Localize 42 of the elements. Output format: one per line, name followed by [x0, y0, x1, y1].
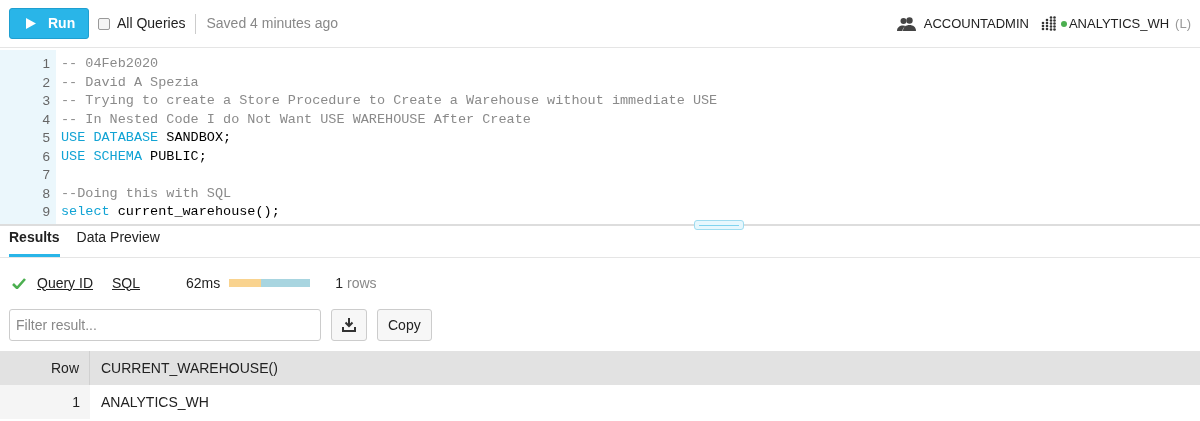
- saved-status: Saved 4 minutes ago: [206, 14, 338, 33]
- sql-link[interactable]: SQL: [112, 272, 141, 294]
- line-number: 3: [42, 92, 50, 110]
- code-line: select current_warehouse();: [61, 204, 280, 219]
- line-number: 1: [42, 55, 50, 73]
- role-name[interactable]: ACCOUNTADMIN: [923, 13, 1029, 34]
- grid-icon: [1040, 16, 1056, 31]
- code-line: --Doing this with SQL: [61, 185, 232, 201]
- code-line: -- In Nested Code I do Not Want USE WAREHOUSE After Create: [61, 111, 531, 127]
- warehouse-name[interactable]: ANALYTICS_WH: [1068, 13, 1170, 34]
- code-line: USE SCHEMA PUBLIC;: [61, 148, 207, 164]
- check-icon: [12, 277, 26, 289]
- line-number: 2: [42, 73, 50, 91]
- table-cell-text: ANALYTICS_WH: [100, 392, 209, 412]
- row-count-label: rows: [347, 273, 377, 293]
- checkbox[interactable]: [98, 17, 110, 30]
- checkbox-label: All Queries: [117, 14, 186, 33]
- download-icon: [342, 318, 356, 332]
- code-line: -- David A Spezia: [61, 74, 199, 90]
- resize-handle[interactable]: [694, 220, 744, 230]
- column-header: CURRENT_WAREHOUSE(): [100, 358, 278, 378]
- duration: 62ms: [186, 273, 221, 293]
- users-icon: [896, 16, 917, 31]
- play-icon: [26, 18, 36, 29]
- line-number: 7: [42, 166, 50, 184]
- code-line: USE DATABASE SANDBOX;: [61, 130, 232, 145]
- filter-field[interactable]: Filter result...: [9, 309, 321, 341]
- copy-button[interactable]: Copy: [377, 309, 432, 341]
- code-line: -- Trying to create a Store Procedure to Create a Warehouse without immediate USE: [61, 93, 718, 108]
- line-number: 5: [42, 129, 50, 147]
- code-line: -- 04Feb2020: [61, 56, 159, 71]
- tab[interactable]: Data Preview: [76, 227, 160, 257]
- download-button[interactable]: [331, 309, 367, 341]
- line-number: 4: [42, 110, 50, 128]
- warehouse-size: (L): [1175, 14, 1191, 33]
- line-number: 6: [42, 147, 50, 165]
- row-count: 1: [335, 273, 344, 293]
- table-cell: 1: [0, 385, 90, 419]
- query-id-link[interactable]: Query ID: [37, 272, 93, 294]
- line-number: 8: [42, 184, 50, 202]
- tab[interactable]: Results: [9, 227, 60, 257]
- line-number: 9: [42, 203, 50, 221]
